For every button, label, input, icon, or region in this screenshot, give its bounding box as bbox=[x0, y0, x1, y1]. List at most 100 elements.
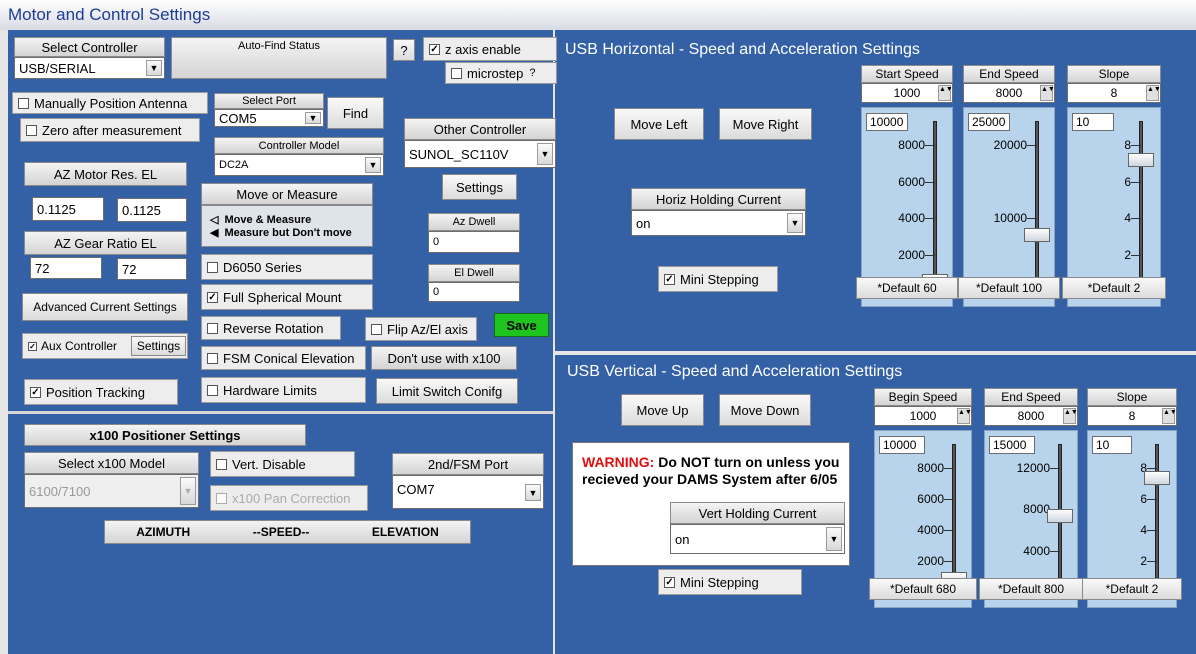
aux-controller-label: Aux Controller bbox=[41, 339, 118, 353]
x100-model-value: 6100/7100 bbox=[29, 483, 91, 499]
horiz-slope-spin[interactable]: 8 ▲▼ bbox=[1067, 83, 1161, 103]
vert-end-value-input[interactable]: 15000 bbox=[989, 436, 1035, 454]
horiz-holding-value: on bbox=[636, 215, 651, 231]
horiz-end-tick-mark bbox=[1027, 218, 1037, 219]
full-spherical-checkbox[interactable]: ✓ Full Spherical Mount bbox=[201, 284, 373, 310]
vert-slope-spin-value: 8 bbox=[1128, 409, 1136, 423]
help-button[interactable]: ? bbox=[393, 39, 415, 61]
spin-arrows-icon[interactable]: ▲▼ bbox=[1040, 85, 1055, 101]
zero-after-label: Zero after measurement bbox=[42, 122, 182, 138]
z-axis-enable-checkbox[interactable]: ✓ z axis enable bbox=[423, 37, 557, 61]
az-gear-ratio-input[interactable]: 72 bbox=[30, 257, 102, 279]
move-up-button[interactable]: Move Up bbox=[621, 394, 704, 426]
fsm-port-select[interactable]: COM7 ▼ bbox=[392, 475, 544, 509]
vert-slope-value-input[interactable]: 10 bbox=[1092, 436, 1132, 454]
advanced-current-settings-button[interactable]: Advanced Current Settings bbox=[22, 293, 188, 321]
horiz-start-value-input[interactable]: 10000 bbox=[866, 113, 908, 131]
flip-axis-checkbox[interactable]: Flip Az/El axis bbox=[365, 317, 477, 341]
chevron-down-icon: ▼ bbox=[787, 213, 803, 233]
horiz-end-slider-thumb[interactable] bbox=[1024, 228, 1050, 243]
vert-holding-value: on bbox=[675, 531, 690, 547]
horiz-slope-default-button[interactable]: *Default 2 bbox=[1062, 277, 1166, 299]
spin-arrows-icon[interactable]: ▲▼ bbox=[938, 85, 953, 101]
limit-switch-config-button[interactable]: Limit Switch Conifg bbox=[376, 378, 518, 404]
vert-begin-default-button[interactable]: *Default 680 bbox=[869, 578, 977, 600]
fsm-conical-checkbox[interactable]: FSM Conical Elevation bbox=[201, 346, 366, 370]
d6050-series-checkbox[interactable]: D6050 Series bbox=[201, 254, 373, 280]
microstep-checkbox[interactable]: microstep? bbox=[445, 62, 557, 84]
horiz-slope-slider-track bbox=[1139, 121, 1143, 293]
model-select[interactable]: DC2A ▼ bbox=[214, 154, 384, 176]
x100-pan-correction-checkbox[interactable]: x100 Pan Correction bbox=[210, 485, 368, 511]
vert-begin-spin-value: 1000 bbox=[909, 409, 937, 423]
horiz-slope-slider-thumb[interactable] bbox=[1128, 152, 1154, 167]
port-select[interactable]: COM5 ▼ bbox=[214, 109, 324, 127]
az-dwell-input[interactable]: 0 bbox=[428, 231, 520, 253]
radio-move-measure-label: Move & Measure bbox=[224, 214, 312, 226]
move-right-button[interactable]: Move Right bbox=[719, 108, 812, 140]
vert-holding-select[interactable]: on ▼ bbox=[670, 524, 845, 554]
horiz-slope-value-input[interactable]: 10 bbox=[1072, 113, 1114, 131]
vert-begin-tick-mark bbox=[944, 561, 954, 562]
aux-settings-button[interactable]: Settings bbox=[131, 336, 186, 356]
position-tracking-checkbox[interactable]: ✓ Position Tracking bbox=[24, 379, 178, 405]
horiz-start-tick-mark bbox=[925, 218, 935, 219]
reverse-rotation-checkbox[interactable]: Reverse Rotation bbox=[201, 316, 341, 340]
vert-end-default-button[interactable]: *Default 800 bbox=[979, 578, 1083, 600]
vert-slope-slider-thumb[interactable] bbox=[1144, 471, 1170, 486]
horiz-start-default-button[interactable]: *Default 60 bbox=[856, 277, 958, 299]
spin-arrows-icon[interactable]: ▲▼ bbox=[957, 408, 972, 424]
horiz-end-spin[interactable]: 8000 ▲▼ bbox=[963, 83, 1055, 103]
horiz-slope-tick-label: 4 bbox=[1124, 211, 1131, 225]
horiz-slope-tick-mark bbox=[1131, 145, 1141, 146]
x100-model-select[interactable]: 6100/7100 ▼ bbox=[24, 474, 199, 508]
vert-end-slider-thumb[interactable] bbox=[1047, 509, 1073, 524]
horiz-start-tick-mark bbox=[925, 254, 935, 256]
horiz-slope-tick-label: 8 bbox=[1124, 138, 1131, 152]
vert-begin-spin[interactable]: 1000 ▲▼ bbox=[874, 406, 972, 426]
radio-move-measure[interactable]: ◁ Move & Measure bbox=[210, 213, 311, 226]
spin-arrows-icon[interactable]: ▲▼ bbox=[1146, 85, 1161, 101]
vert-mini-stepping-checkbox[interactable]: ✓ Mini Stepping bbox=[658, 569, 802, 595]
el-dwell-input[interactable]: 0 bbox=[428, 282, 520, 302]
horiz-holding-select[interactable]: on ▼ bbox=[631, 210, 806, 236]
move-left-button[interactable]: Move Left bbox=[614, 108, 704, 140]
radio-measure-dont-move[interactable]: ◀ Measure but Don't move bbox=[210, 226, 352, 239]
find-button[interactable]: Find bbox=[327, 97, 384, 129]
vert-begin-label: Begin Speed bbox=[874, 388, 972, 406]
vert-disable-checkbox[interactable]: Vert. Disable bbox=[210, 451, 355, 477]
el-motor-res-input[interactable]: 0.1125 bbox=[117, 198, 187, 222]
horiz-start-tick-label: 8000 bbox=[898, 138, 925, 152]
microstep-help[interactable]: ? bbox=[529, 67, 535, 79]
vert-slope-spin[interactable]: 8 ▲▼ bbox=[1087, 406, 1177, 426]
horiz-slope-tick-mark bbox=[1131, 218, 1141, 219]
other-settings-button[interactable]: Settings bbox=[442, 174, 517, 200]
vert-end-tick-mark bbox=[1050, 468, 1060, 469]
spin-arrows-icon[interactable]: ▲▼ bbox=[1162, 408, 1177, 424]
speed-header: AZIMUTH --SPEED-- ELEVATION bbox=[104, 520, 471, 544]
hardware-limits-checkbox[interactable]: Hardware Limits bbox=[201, 377, 366, 403]
controller-select[interactable]: USB/SERIAL ▼ bbox=[14, 57, 165, 79]
vertical-title: USB Vertical - Speed and Acceleration Se… bbox=[567, 363, 903, 380]
horiz-mini-stepping-checkbox[interactable]: ✓ Mini Stepping bbox=[658, 266, 778, 292]
zero-after-checkbox[interactable]: Zero after measurement bbox=[20, 118, 200, 142]
az-motor-res-input[interactable]: 0.1125 bbox=[32, 197, 104, 221]
el-gear-ratio-input[interactable]: 72 bbox=[117, 258, 187, 280]
save-button[interactable]: Save bbox=[494, 313, 549, 337]
horiz-end-value-input[interactable]: 25000 bbox=[968, 113, 1010, 131]
horiz-start-spin[interactable]: 1000 ▲▼ bbox=[861, 83, 953, 103]
move-down-button[interactable]: Move Down bbox=[719, 394, 811, 426]
select-x100-model-label: Select x100 Model bbox=[24, 452, 199, 474]
horiz-end-tick-mark bbox=[1027, 145, 1037, 146]
vert-slope-default-button[interactable]: *Default 2 bbox=[1082, 578, 1182, 600]
vert-mini-stepping-label: Mini Stepping bbox=[680, 574, 759, 590]
other-controller-select[interactable]: SUNOL_SC110V ▼ bbox=[404, 140, 556, 168]
vert-begin-value-input[interactable]: 10000 bbox=[879, 436, 925, 454]
radio-icon: ◁ bbox=[210, 214, 219, 226]
spin-arrows-icon[interactable]: ▲▼ bbox=[1063, 408, 1078, 424]
manually-position-checkbox[interactable]: Manually Position Antenna bbox=[12, 92, 208, 114]
horiz-mini-stepping-label: Mini Stepping bbox=[680, 271, 759, 287]
checkbox-box bbox=[207, 261, 218, 273]
horiz-end-default-button[interactable]: *Default 100 bbox=[958, 277, 1060, 299]
vert-end-spin[interactable]: 8000 ▲▼ bbox=[984, 406, 1078, 426]
